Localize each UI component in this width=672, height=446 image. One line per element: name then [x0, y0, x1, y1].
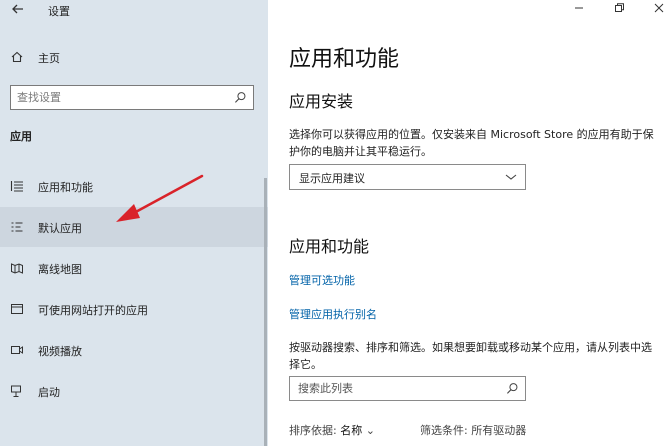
sidebar-item-home[interactable]: 主页 [0, 47, 268, 69]
sidebar-item-default-apps[interactable]: 默认应用 [0, 207, 268, 247]
minimize-icon [575, 7, 583, 9]
maximize-button[interactable] [608, 2, 630, 16]
web-apps-icon [11, 304, 23, 314]
install-description: 选择你可以获得应用的位置。仅安装来自 Microsoft Store 的应用有助… [289, 128, 654, 158]
sidebar-item-offline-maps[interactable]: 离线地图 [0, 248, 268, 288]
window-title: 设置 [48, 5, 70, 18]
minimize-button[interactable] [568, 2, 590, 16]
sort-label: 排序依据: [289, 424, 337, 437]
settings-search-input[interactable] [17, 89, 227, 106]
settings-search-box[interactable] [10, 85, 254, 110]
list-icon [10, 181, 23, 192]
install-heading: 应用安装 [289, 92, 354, 111]
sidebar-item-label: 可使用网站打开的应用 [38, 304, 148, 317]
sidebar-item-video-playback[interactable]: 视频播放 [0, 330, 268, 370]
manage-optional-features-link[interactable]: 管理可选功能 [289, 272, 355, 288]
app-list-search-input[interactable] [298, 380, 498, 397]
back-arrow-icon [12, 4, 23, 14]
sidebar-item-label: 离线地图 [38, 263, 82, 276]
sort-value: 名称 [340, 424, 363, 437]
restore-icon [615, 3, 624, 12]
back-button[interactable] [8, 2, 28, 20]
apps-description: 按驱动器搜索、排序和筛选。如果想要卸载或移动某个应用，请从列表中选择它。 [289, 341, 652, 371]
sort-control[interactable]: 排序依据: 名称 ⌄ [289, 422, 375, 438]
sidebar-item-label: 视频播放 [38, 345, 82, 358]
chevron-down-icon: ⌄ [365, 424, 375, 437]
filter-label: 筛选条件: [420, 424, 468, 437]
sidebar-item-startup[interactable]: 启动 [0, 371, 268, 411]
title-bar: 设置 [0, 0, 268, 24]
map-icon [11, 263, 23, 274]
main-content: 应用和功能 应用安装 选择你可以获得应用的位置。仅安装来自 Microsoft … [268, 0, 672, 446]
sidebar-item-label: 主页 [38, 52, 60, 65]
search-icon[interactable] [506, 382, 519, 395]
sidebar-item-label: 启动 [38, 386, 60, 399]
sidebar-item-apps-features[interactable]: 应用和功能 [0, 166, 268, 206]
sidebar-item-label: 应用和功能 [38, 181, 93, 194]
apps-features-heading: 应用和功能 [289, 237, 370, 256]
video-icon [11, 346, 23, 354]
app-list-search-box[interactable] [289, 376, 526, 401]
filter-control[interactable]: 筛选条件: 所有驱动器 [420, 422, 526, 438]
sidebar-item-label: 默认应用 [38, 222, 82, 235]
sidebar: 设置 主页 应用 应用和功能 默认应用 [0, 0, 268, 446]
home-icon [11, 51, 23, 63]
manage-app-aliases-link[interactable]: 管理应用执行别名 [289, 306, 377, 322]
filter-value: 所有驱动器 [471, 424, 527, 437]
default-apps-icon [11, 222, 23, 232]
settings-window: 设置 主页 应用 应用和功能 默认应用 [0, 0, 672, 446]
close-button[interactable] [648, 2, 670, 16]
select-value: 显示应用建议 [299, 172, 365, 185]
section-label: 应用 [10, 130, 32, 143]
startup-icon [11, 385, 21, 397]
close-icon [654, 3, 664, 13]
sidebar-scrollbar[interactable] [264, 178, 267, 446]
sidebar-item-web-apps[interactable]: 可使用网站打开的应用 [0, 289, 268, 329]
search-icon[interactable] [234, 91, 247, 104]
page-title: 应用和功能 [289, 47, 400, 72]
chevron-down-icon [505, 174, 517, 180]
install-source-select[interactable]: 显示应用建议 [289, 164, 526, 190]
